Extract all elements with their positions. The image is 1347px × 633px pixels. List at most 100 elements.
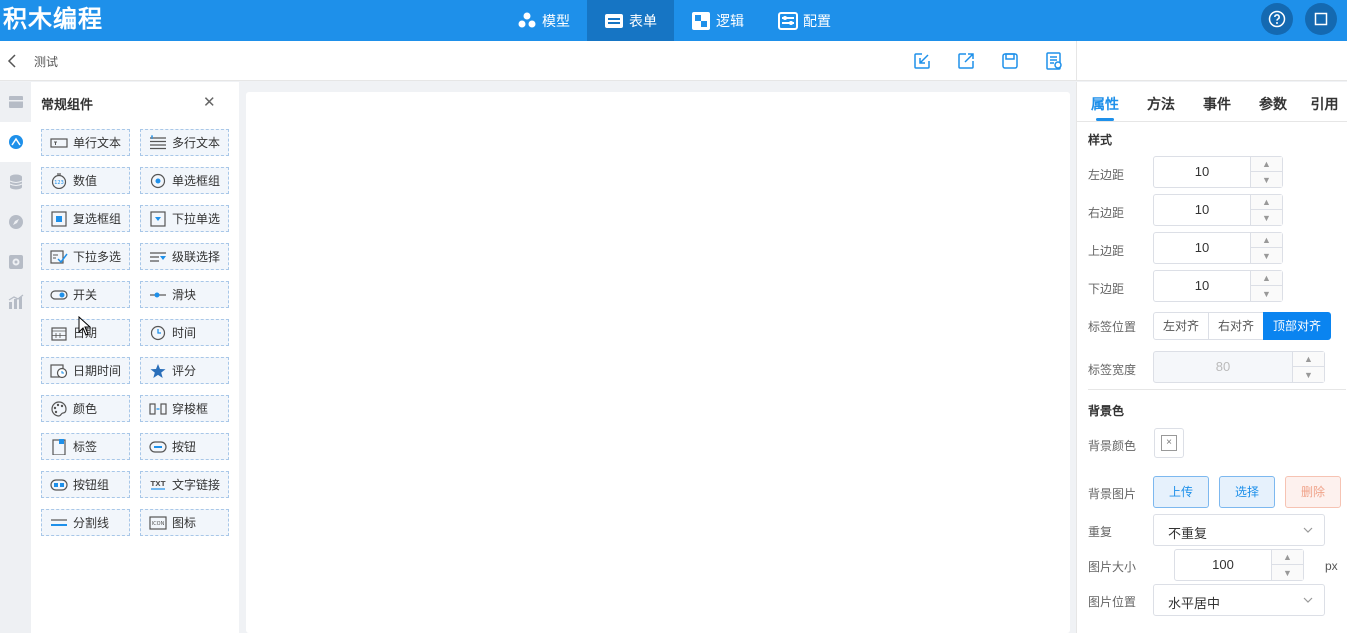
image-size-input[interactable]: 100 ▲ ▼ <box>1174 549 1304 581</box>
increment-icon[interactable]: ▲ <box>1251 195 1282 210</box>
margin-bottom-input[interactable]: 10 ▲ ▼ <box>1153 270 1283 302</box>
fullscreen-button[interactable] <box>1305 3 1337 35</box>
margin-right-input[interactable]: 10 ▲ ▼ <box>1153 194 1283 226</box>
nav-logic[interactable]: 逻辑 <box>674 0 761 41</box>
repeat-select-value: 不重复 <box>1168 526 1208 541</box>
nav-form[interactable]: 表单 <box>587 0 674 41</box>
component-label: 下拉多选 <box>73 250 122 264</box>
tab-events[interactable]: 事件 <box>1189 82 1245 121</box>
image-position-select[interactable]: 水平居中 <box>1153 584 1325 616</box>
component-number[interactable]: 123 数值 <box>41 167 130 194</box>
sidebar-item-components[interactable] <box>0 122 31 162</box>
component-panel-title: 常规组件 <box>41 97 94 112</box>
nav-model[interactable]: 模型 <box>500 0 587 41</box>
tab-methods[interactable]: 方法 <box>1133 82 1189 121</box>
sidebar-item-navigate[interactable] <box>0 202 31 242</box>
import-icon[interactable] <box>912 51 932 71</box>
upload-button[interactable]: 上传 <box>1153 476 1209 508</box>
component-radio-group[interactable]: 单选框组 <box>140 167 229 194</box>
component-dropdown-multi[interactable]: 下拉多选 <box>41 243 130 270</box>
nav-logic-label: 逻辑 <box>716 12 744 29</box>
export-icon[interactable] <box>956 51 976 71</box>
radio-group-icon <box>150 173 166 188</box>
nav-form-label: 表单 <box>629 12 657 29</box>
component-transfer[interactable]: 穿梭框 <box>140 395 229 422</box>
right-panel-header <box>1076 41 1347 81</box>
component-cascader[interactable]: 级联选择 <box>140 243 229 270</box>
sidebar-item-chart[interactable] <box>0 282 31 322</box>
margin-left-input[interactable]: 10 ▲ ▼ <box>1153 156 1283 188</box>
nav-config[interactable]: 配置 <box>761 0 848 41</box>
component-multi-line-text[interactable]: 多行文本 <box>140 129 229 156</box>
decrement-icon[interactable]: ▼ <box>1251 248 1282 263</box>
decrement-icon[interactable]: ▼ <box>1272 565 1303 580</box>
component-color[interactable]: 颜色 <box>41 395 130 422</box>
sidebar-item-layout[interactable] <box>0 82 31 122</box>
component-text-link[interactable]: TXT 文字链接 <box>140 471 229 498</box>
help-button[interactable] <box>1261 3 1293 35</box>
component-label: 分割线 <box>73 516 110 530</box>
repeat-select[interactable]: 不重复 <box>1153 514 1325 546</box>
component-switch[interactable]: 开关 <box>41 281 130 308</box>
label-position-label: 标签位置 <box>1088 320 1137 334</box>
label-align-right-button[interactable]: 右对齐 <box>1208 312 1265 340</box>
component-rating[interactable]: 评分 <box>140 357 229 384</box>
component-checkbox-group[interactable]: 复选框组 <box>41 205 130 232</box>
increment-icon[interactable]: ▲ <box>1251 233 1282 248</box>
label-align-left-button[interactable]: 左对齐 <box>1153 312 1210 340</box>
tab-references[interactable]: 引用 <box>1301 82 1347 121</box>
component-button[interactable]: 按钮 <box>140 433 229 460</box>
preview-icon[interactable] <box>1044 51 1064 71</box>
empty-color-icon: × <box>1161 435 1177 451</box>
switch-icon <box>50 289 68 300</box>
component-datetime[interactable]: 日期时间 <box>41 357 130 384</box>
component-slider[interactable]: 滑块 <box>140 281 229 308</box>
component-divider[interactable]: 分割线 <box>41 509 130 536</box>
divider-icon <box>51 518 67 526</box>
mouse-cursor-icon <box>78 316 92 336</box>
bg-color-label: 背景颜色 <box>1088 439 1137 453</box>
image-size-label: 图片大小 <box>1088 560 1137 574</box>
help-icon <box>1268 10 1286 28</box>
component-time[interactable]: 时间 <box>140 319 229 346</box>
tab-params[interactable]: 参数 <box>1245 82 1301 121</box>
close-icon[interactable]: ✕ <box>203 93 216 111</box>
background-section-title: 背景色 <box>1088 404 1125 418</box>
config-icon <box>778 11 798 30</box>
margin-top-value: 10 <box>1194 240 1210 255</box>
component-label: 标签 <box>73 440 98 454</box>
decrement-icon[interactable]: ▼ <box>1251 172 1282 187</box>
sidebar-item-data[interactable] <box>0 162 31 202</box>
image-position-value: 水平居中 <box>1168 596 1221 611</box>
component-icon[interactable]: ICON 图标 <box>140 509 229 536</box>
svg-text:ICON: ICON <box>152 521 165 527</box>
save-icon[interactable] <box>1000 51 1020 71</box>
select-image-button[interactable]: 选择 <box>1219 476 1275 508</box>
sidebar-icon-strip <box>0 82 31 633</box>
component-label: 图标 <box>172 516 197 530</box>
component-label: 穿梭框 <box>172 402 209 416</box>
margin-top-input[interactable]: 10 ▲ ▼ <box>1153 232 1283 264</box>
component-dropdown-single[interactable]: 下拉单选 <box>140 205 229 232</box>
delete-image-button[interactable]: 删除 <box>1285 476 1341 508</box>
time-icon <box>150 325 166 340</box>
date-icon <box>51 326 67 341</box>
model-icon <box>518 12 536 27</box>
component-single-line-text[interactable]: 单行文本 <box>41 129 130 156</box>
decrement-icon[interactable]: ▼ <box>1251 210 1282 225</box>
back-arrow-icon[interactable] <box>6 53 20 69</box>
increment-icon[interactable]: ▲ <box>1251 157 1282 172</box>
label-align-top-button[interactable]: 顶部对齐 <box>1263 312 1332 340</box>
form-design-canvas[interactable] <box>246 92 1070 633</box>
increment-icon[interactable]: ▲ <box>1251 271 1282 286</box>
tab-properties[interactable]: 属性 <box>1077 82 1133 121</box>
component-button-group[interactable]: 按钮组 <box>41 471 130 498</box>
sidebar-item-media[interactable] <box>0 242 31 282</box>
bg-color-picker[interactable]: × <box>1154 428 1184 458</box>
margin-left-value: 10 <box>1194 164 1210 179</box>
decrement-icon[interactable]: ▼ <box>1251 286 1282 301</box>
page-toolbar: 测试 <box>0 41 1076 81</box>
increment-icon[interactable]: ▲ <box>1272 550 1303 565</box>
component-tag[interactable]: 标签 <box>41 433 130 460</box>
slider-icon <box>150 292 166 297</box>
